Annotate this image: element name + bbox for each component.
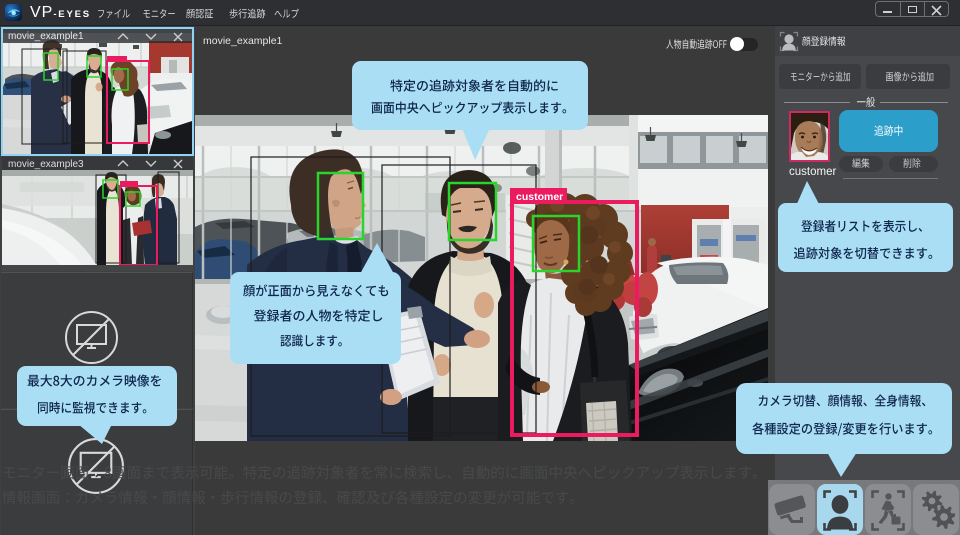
svg-text:customer: customer xyxy=(516,191,563,203)
